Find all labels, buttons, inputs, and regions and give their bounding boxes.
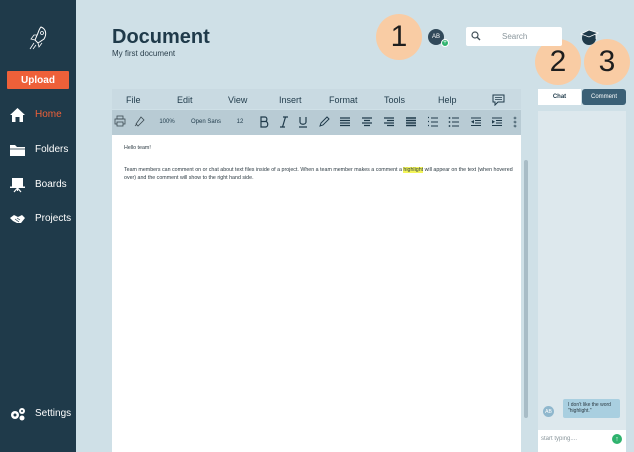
print-icon[interactable] [113,114,127,128]
numbered-list-icon[interactable] [426,115,439,129]
sidebar: Upload Home Folders Boards Projects Sett… [0,0,76,452]
align-justify-icon[interactable] [404,115,417,129]
editor-greeting: Hello team! [124,145,151,151]
menu-format[interactable]: Format [329,95,358,105]
outdent-icon[interactable] [469,115,482,129]
search-icon [471,31,481,41]
upload-button[interactable]: Upload [7,71,69,89]
indent-icon[interactable] [490,115,503,129]
sidebar-item-home[interactable]: Home [0,104,76,126]
handshake-icon [10,215,25,223]
bold-icon[interactable] [257,115,270,129]
send-button[interactable]: ↑ [612,434,622,444]
menu-insert[interactable]: Insert [279,95,302,105]
editor-paragraph: Team members can comment on or chat abou… [124,166,514,182]
board-icon [10,178,25,193]
font-size-select[interactable]: 12 [235,115,245,129]
sidebar-item-label: Home [35,109,62,120]
page-subtitle: My first document [112,49,176,58]
sidebar-item-boards[interactable]: Boards [0,174,76,196]
document-editor[interactable]: Hello team! Team members can comment on … [112,135,521,452]
comment-input[interactable] [541,433,601,445]
paint-format-icon[interactable] [133,114,147,128]
highlight-pen-icon[interactable] [317,115,330,129]
graduation-cap-icon[interactable] [579,27,599,47]
folder-icon [10,145,25,156]
scrollbar-thumb[interactable] [524,160,528,418]
sidebar-item-label: Settings [35,408,72,419]
bullet-list-icon[interactable] [447,115,460,129]
menu-edit[interactable]: Edit [177,95,193,105]
zoom-select[interactable]: 100% [157,115,177,129]
search-box[interactable] [466,27,562,46]
sidebar-item-label: Folders [35,144,69,155]
menu-file[interactable]: File [126,95,141,105]
paragraph-text: Team members can comment on or chat abou… [124,167,404,173]
comment-icon[interactable] [492,94,505,106]
sidebar-item-settings[interactable]: Settings [0,403,76,425]
highlighted-text[interactable]: highlight [403,167,424,173]
rocket-logo-icon[interactable] [27,25,49,51]
annotation-marker-1: 1 [376,14,422,60]
sidebar-item-projects[interactable]: Projects [0,208,76,230]
align-left-icon[interactable] [338,115,351,129]
menu-tools[interactable]: Tools [384,95,405,105]
page-title: Document [112,26,210,48]
sidebar-item-folders[interactable]: Folders [0,139,76,161]
underline-icon[interactable] [296,115,309,129]
menu-help[interactable]: Help [438,95,457,105]
more-options-icon[interactable] [511,115,519,129]
add-collaborator-badge[interactable]: + [441,39,449,47]
menu-bar [112,89,521,109]
comment-avatar: AB [543,406,554,417]
tab-chat[interactable]: Chat [538,89,581,105]
search-input[interactable] [502,30,557,43]
sidebar-item-label: Projects [35,213,72,224]
italic-icon[interactable] [277,115,290,129]
menu-view[interactable]: View [228,95,247,105]
comment-bubble: I don't like the word "highlight." [563,399,620,418]
gears-icon [11,408,25,421]
sidebar-item-label: Boards [35,179,67,190]
align-center-icon[interactable] [360,115,373,129]
align-right-icon[interactable] [382,115,395,129]
font-select[interactable]: Open Sans [189,115,223,129]
home-icon [10,108,25,122]
tab-comment[interactable]: Comment [582,89,626,105]
